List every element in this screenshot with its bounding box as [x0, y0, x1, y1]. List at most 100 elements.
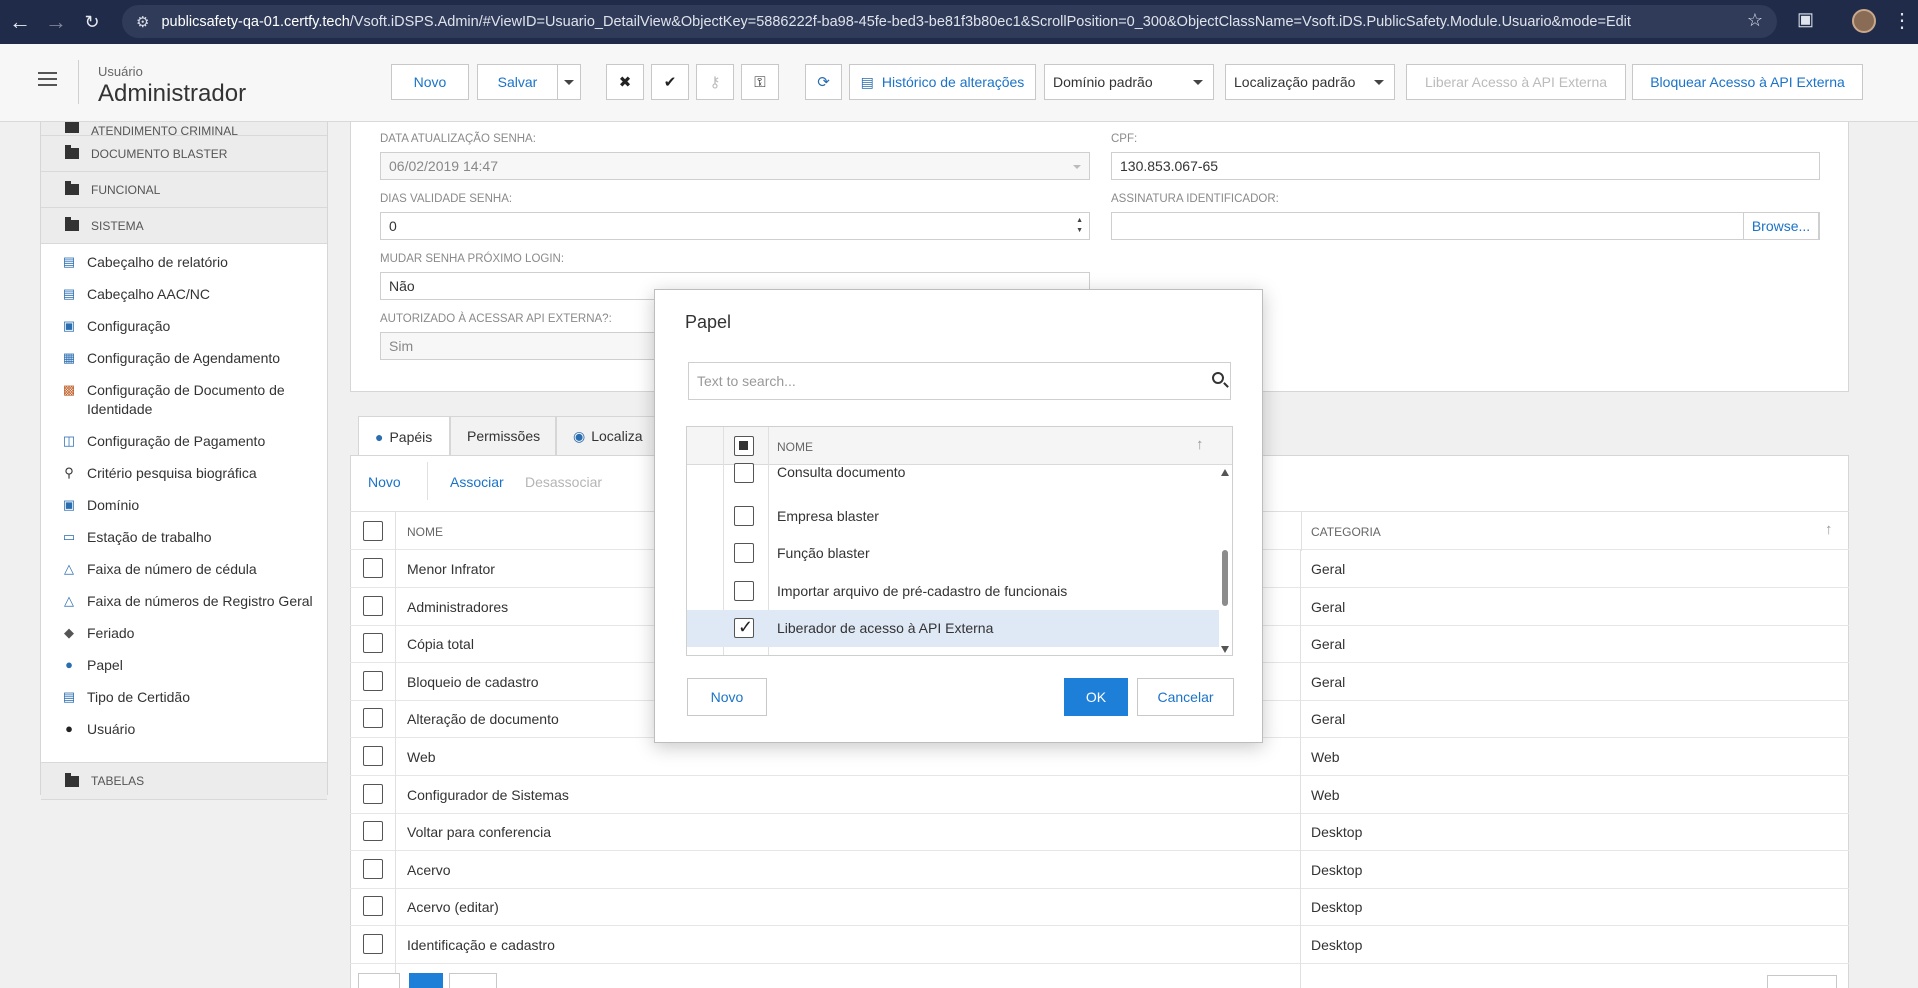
row-checkbox[interactable] [734, 543, 754, 563]
tab-localizacoes[interactable]: ◉ Localiza [556, 416, 664, 455]
row-checkbox[interactable] [363, 633, 383, 654]
save-dropdown-button[interactable] [557, 64, 581, 100]
pager-prev-button[interactable] [358, 973, 400, 988]
bookmark-star-icon[interactable]: ☆ [1747, 10, 1763, 31]
change-password-button[interactable]: ⚿ [741, 64, 779, 100]
menu-icon[interactable]: ⋮ [1892, 8, 1912, 33]
row-checkbox[interactable] [734, 581, 754, 601]
row-checkbox[interactable] [363, 783, 383, 804]
grant-api-access-button[interactable]: Liberar Acesso à API Externa [1406, 64, 1626, 100]
domain-select[interactable]: Domínio padrão [1044, 64, 1214, 100]
tab-permissoes[interactable]: Permissões [450, 416, 556, 455]
search-icon[interactable] [1212, 372, 1224, 384]
associate-button[interactable]: Associar [450, 474, 504, 490]
row-checkbox[interactable] [363, 821, 383, 842]
list-item[interactable]: Empresa blaster [687, 498, 1219, 535]
refresh-button[interactable]: ⟳ [805, 64, 842, 100]
column-header-nome[interactable]: NOME [407, 525, 443, 539]
site-info-icon[interactable]: ⚙ [136, 13, 149, 31]
save-button[interactable]: Salvar [477, 64, 558, 100]
dialog-scrollbar[interactable] [1219, 465, 1232, 655]
row-checkbox[interactable] [363, 746, 383, 766]
password-validity-days-field[interactable]: 0 ▲ ▼ [380, 212, 1090, 240]
scroll-up-icon[interactable] [1221, 469, 1229, 476]
sidebar-item-criterio-pesquisa[interactable]: ⚲ Critério pesquisa biográfica [41, 465, 327, 497]
sidebar-item-configuracao-pagamento[interactable]: ◫ Configuração de Pagamento [41, 433, 327, 465]
sidebar-item-estacao-trabalho[interactable]: ▭ Estação de trabalho [41, 529, 327, 561]
sidebar-item-feriado[interactable]: ◆ Feriado [41, 625, 327, 657]
sidebar-item-faixa-cedula[interactable]: △ Faixa de número de cédula [41, 561, 327, 593]
sidebar-group-atendimento[interactable]: ATENDIMENTO CRIMINAL [41, 122, 327, 136]
sidebar-item-configuracao[interactable]: ▣ Configuração [41, 318, 327, 350]
column-header-categoria[interactable]: CATEGORIA [1311, 525, 1381, 539]
new-button[interactable]: Novo [391, 64, 469, 100]
sidebar-item-tipo-certidao[interactable]: ▤ Tipo de Certidão [41, 689, 327, 721]
sidebar-item-faixa-registro[interactable]: △ Faixa de números de Registro Geral [41, 593, 327, 625]
disassociate-button[interactable]: Desassociar [525, 474, 602, 490]
scroll-thumb[interactable] [1222, 550, 1228, 606]
browse-button[interactable]: Browse... [1743, 212, 1819, 240]
page-size-select[interactable] [1767, 975, 1837, 988]
reset-password-button[interactable]: ⚷ [696, 64, 734, 100]
list-item[interactable]: Consulta documento [687, 463, 1219, 500]
list-item[interactable]: Importar arquivo de pré-cadastro de func… [687, 573, 1219, 610]
row-checkbox[interactable] [734, 506, 754, 526]
list-item[interactable]: Função blaster [687, 535, 1219, 572]
sidebar-item-cabecalho-aac[interactable]: ▤ Cabeçalho AAC/NC [41, 286, 327, 318]
row-checkbox[interactable] [363, 595, 383, 616]
table-row[interactable]: Web Web [350, 738, 1849, 776]
row-checkbox[interactable] [363, 896, 383, 917]
row-checkbox[interactable] [734, 463, 754, 483]
row-checkbox[interactable] [363, 858, 383, 879]
sort-ascending-icon[interactable]: ↑ [1825, 521, 1833, 538]
sidebar-item-dominio[interactable]: ▣ Domínio [41, 497, 327, 529]
pager-next-button[interactable] [449, 973, 497, 988]
password-update-date-field[interactable]: 06/02/2019 14:47 [380, 152, 1090, 180]
table-row[interactable]: Acervo Desktop [350, 851, 1849, 889]
forward-icon[interactable]: → [38, 9, 74, 35]
validate-button[interactable]: ✔ [651, 64, 689, 100]
history-button[interactable]: ▤ Histórico de alterações [849, 64, 1036, 100]
sidebar-group-sistema[interactable]: SISTEMA [41, 208, 327, 244]
sidebar-group-tabelas[interactable]: TABELAS [41, 762, 327, 800]
sidebar-item-cabecalho-relatorio[interactable]: ▤ Cabeçalho de relatório [41, 254, 327, 286]
profile-avatar[interactable] [1852, 9, 1876, 33]
row-checkbox[interactable] [363, 670, 383, 691]
pager-page-button[interactable] [409, 973, 443, 988]
row-checkbox[interactable]: ✓ [734, 617, 754, 638]
block-api-access-button[interactable]: Bloquear Acesso à API Externa [1632, 64, 1863, 100]
select-all-checkbox[interactable] [734, 436, 754, 456]
signature-id-field[interactable]: Browse... [1111, 212, 1820, 240]
list-item-partial[interactable] [687, 647, 1219, 656]
column-header-nome[interactable]: NOME [777, 440, 813, 454]
row-checkbox[interactable] [363, 708, 383, 729]
table-row[interactable]: Configurador de Sistemas Web [350, 776, 1849, 814]
number-spinner-icon[interactable]: ▲ ▼ [1076, 216, 1083, 236]
extensions-icon[interactable]: ▣ [1797, 9, 1814, 30]
reload-icon[interactable]: ↻ [74, 12, 110, 33]
sidebar-group-documento-blaster[interactable]: DOCUMENTO BLASTER [41, 136, 327, 172]
table-row[interactable]: Identificação e cadastro Desktop [350, 926, 1849, 964]
cpf-field[interactable]: 130.853.067-65 [1111, 152, 1820, 180]
table-row[interactable]: Acervo (editar) Desktop [350, 888, 1849, 927]
cancel-button[interactable]: Cancelar [1137, 678, 1234, 716]
sidebar-item-configuracao-agendamento[interactable]: ▦ Configuração de Agendamento [41, 350, 327, 382]
row-checkbox[interactable] [363, 934, 383, 954]
sidebar-item-usuario[interactable]: ● Usuário [41, 721, 327, 753]
list-item[interactable]: ✓ Liberador de acesso à API Externa [687, 610, 1219, 647]
address-bar[interactable]: ⚙ publicsafety-qa-01.certfy.tech/Vsoft.i… [122, 5, 1777, 38]
hamburger-menu-icon[interactable] [38, 72, 57, 86]
tab-papeis[interactable]: ● Papéis [358, 416, 450, 456]
sidebar-item-configuracao-documento[interactable]: ▩ Configuração de Documento de Identidade [41, 382, 327, 433]
cancel-button[interactable]: ✖ [606, 64, 644, 100]
sort-ascending-icon[interactable]: ↑ [1196, 436, 1204, 453]
scroll-down-icon[interactable] [1221, 646, 1229, 653]
sidebar-item-papel[interactable]: ● Papel [41, 657, 327, 689]
sidebar-group-funcional[interactable]: FUNCIONAL [41, 172, 327, 208]
back-icon[interactable]: ← [2, 9, 38, 35]
select-all-checkbox[interactable] [363, 521, 383, 541]
search-input[interactable]: Text to search... [688, 362, 1231, 400]
table-row[interactable]: Voltar para conferencia Desktop [350, 813, 1849, 852]
row-checkbox[interactable] [734, 655, 754, 656]
ok-button[interactable]: OK [1064, 678, 1128, 716]
